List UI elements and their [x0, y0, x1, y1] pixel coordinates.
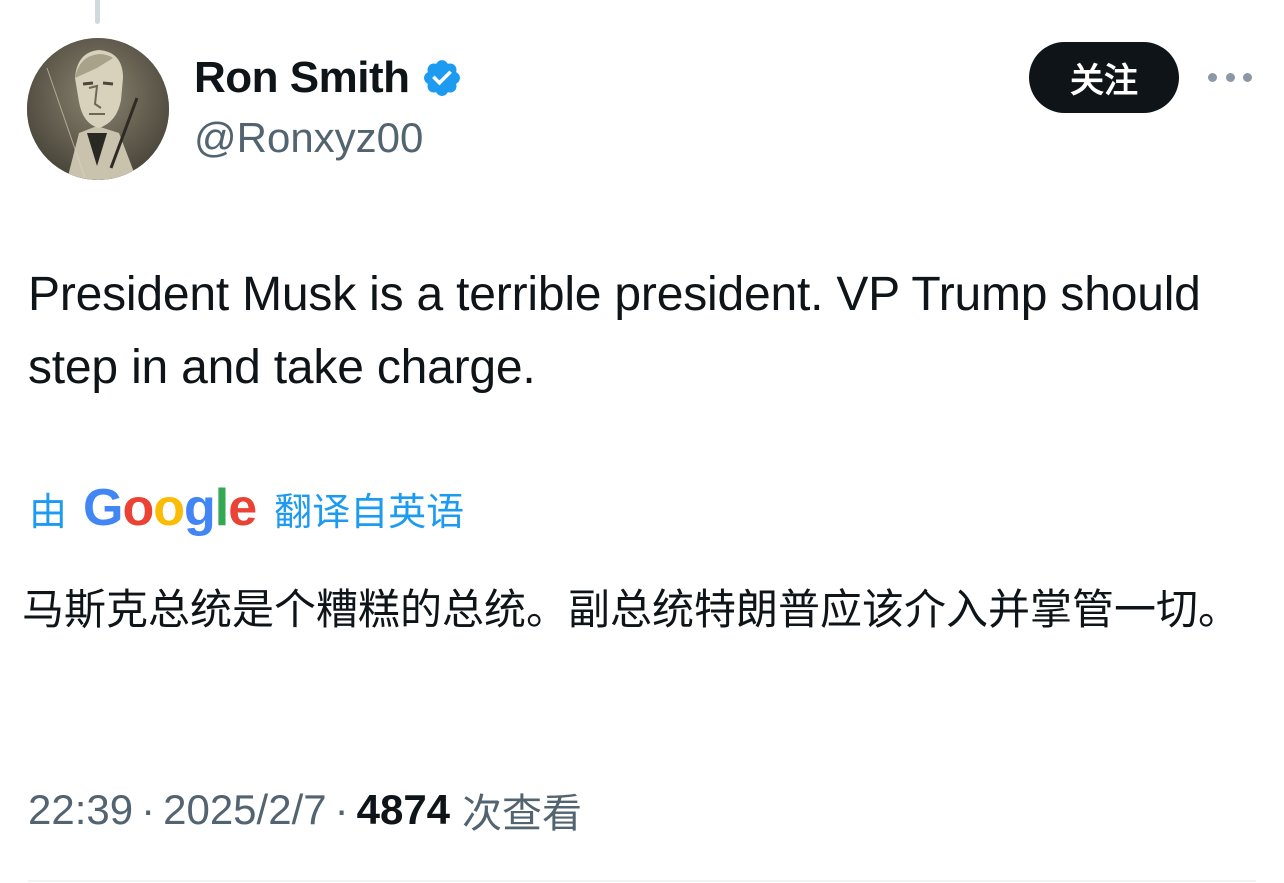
more-options-icon[interactable]	[1208, 64, 1252, 90]
follow-button[interactable]: 关注	[1029, 42, 1179, 113]
more-dot	[1243, 72, 1252, 82]
tweet-body: President Musk is a terrible president. …	[28, 268, 1201, 394]
author-name-row[interactable]: Ron Smith	[194, 50, 463, 106]
more-dot	[1225, 72, 1235, 82]
more-dot	[1208, 72, 1217, 82]
divider	[28, 880, 1256, 882]
meta-separator: ·	[141, 786, 156, 833]
tweet-date[interactable]: 2025/2/7	[163, 786, 327, 834]
thread-connector-line	[95, 0, 100, 24]
translation-prefix: 由	[29, 489, 68, 534]
author-handle[interactable]: @Ronxyz00	[194, 112, 423, 164]
tweet-detail: Ron Smith @Ronxyz00 关注 President Musk is…	[0, 0, 1284, 883]
translation-attribution[interactable]: 由 Google 翻译自英语	[29, 478, 464, 538]
view-count: 4874	[356, 786, 451, 833]
avatar[interactable]	[27, 38, 169, 180]
avatar-portrait-icon	[27, 38, 169, 180]
views-label: 次查看	[462, 791, 583, 837]
verified-badge-icon[interactable]	[421, 57, 463, 99]
translation-suffix: 翻译自英语	[274, 489, 465, 534]
author-display-name[interactable]: Ron Smith	[194, 50, 410, 106]
meta-separator: ·	[334, 786, 349, 833]
tweet-time[interactable]: 22:39	[28, 786, 133, 834]
google-logo: Google	[83, 479, 257, 537]
translated-tweet-body: 马斯克总统是个糟糕的总统。副总统特朗普应该介入并掌管一切。	[22, 585, 1241, 634]
tweet-meta: 22:39 · 2025/2/7 · 4874 次查看	[28, 780, 582, 840]
